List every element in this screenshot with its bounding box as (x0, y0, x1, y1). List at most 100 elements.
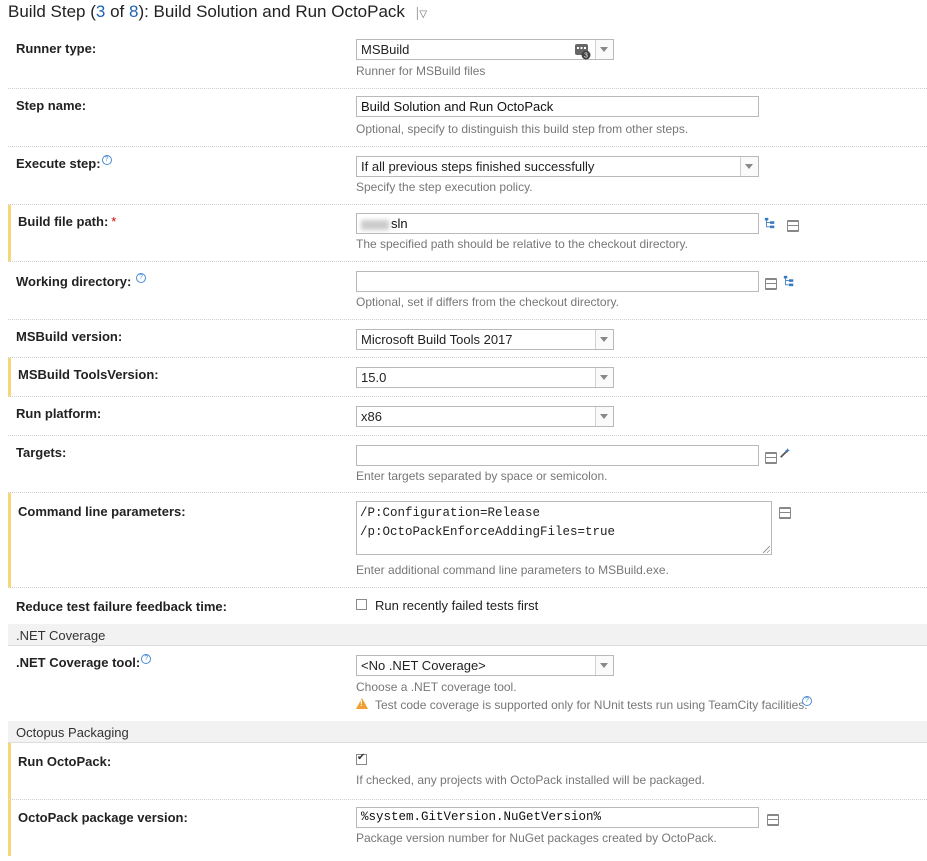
svg-text:3: 3 (584, 53, 588, 60)
row-targets: Targets: Enter targets separated by spac… (8, 436, 927, 493)
runner-icon: 3 (575, 44, 591, 60)
net-coverage-tool-select[interactable]: <No .NET Coverage> (356, 655, 614, 676)
msbuild-version-select[interactable]: Microsoft Build Tools 2017 (356, 329, 614, 350)
parameter-list-icon[interactable] (779, 507, 791, 519)
step-current: 3 (95, 2, 106, 21)
reduce-test-label: Reduce test failure feedback time: (16, 599, 227, 614)
chevron-down-icon[interactable] (595, 656, 613, 675)
command-line-line-2: /p:OctoPackEnforceAddingFiles=true (360, 525, 616, 539)
execute-step-label: Execute step:? (16, 155, 112, 171)
targets-note: Enter targets separated by space or semi… (356, 469, 608, 483)
targets-input[interactable] (356, 445, 759, 466)
magic-wand-icon[interactable] (779, 447, 791, 459)
working-directory-label-text: Working directory: (16, 274, 132, 289)
title-of: of (105, 2, 129, 21)
runner-type-note: Runner for MSBuild files (356, 64, 486, 78)
chevron-down-icon[interactable] (595, 330, 613, 349)
msbuild-toolsversion-label: MSBuild ToolsVersion: (18, 367, 159, 382)
run-platform-value: x86 (361, 409, 382, 424)
run-octopack-note: If checked, any projects with OctoPack i… (356, 773, 705, 787)
required-marker: * (111, 214, 117, 229)
row-net-coverage-tool: .NET Coverage tool:? <No .NET Coverage> … (8, 646, 927, 720)
row-run-octopack: Run OctoPack: If checked, any projects w… (8, 743, 927, 800)
build-file-path-note: The specified path should be relative to… (356, 237, 688, 251)
help-circle-icon[interactable]: ? (802, 696, 812, 706)
build-file-path-label-text: Build file path: (18, 214, 109, 229)
parameter-list-icon[interactable] (767, 814, 779, 826)
run-octopack-checkbox[interactable] (356, 752, 367, 765)
row-step-name: Step name: Build Solution and Run OctoPa… (8, 89, 927, 147)
parameter-list-icon[interactable] (765, 452, 777, 464)
command-line-label: Command line parameters: (18, 504, 186, 519)
execute-step-select[interactable]: If all previous steps finished successfu… (356, 156, 759, 177)
net-coverage-tool-label-text: .NET Coverage tool: (16, 655, 141, 670)
row-msbuild-toolsversion: MSBuild ToolsVersion: 15.0 (8, 358, 927, 397)
chevron-down-icon[interactable]: ▽ (419, 9, 427, 20)
msbuild-version-label: MSBuild version: (16, 329, 123, 344)
tree-browse-icon[interactable] (764, 217, 776, 229)
help-circle-icon[interactable]: ? (141, 654, 152, 664)
step-name-input[interactable]: Build Solution and Run OctoPack (356, 96, 759, 117)
octopack-version-input[interactable]: %system.GitVersion.NuGetVersion% (356, 807, 759, 828)
run-platform-select[interactable]: x86 (356, 406, 614, 427)
resize-handle-icon[interactable] (763, 546, 770, 553)
chevron-down-icon[interactable] (595, 407, 613, 426)
execute-step-label-text: Execute step: (16, 156, 101, 171)
targets-label: Targets: (16, 445, 67, 460)
runner-type-value: MSBuild (361, 42, 410, 57)
parameter-list-icon[interactable] (787, 220, 799, 232)
chevron-down-icon[interactable] (595, 40, 613, 59)
row-runner-type: Runner type: MSBuild 3 Runner for MSBuil… (8, 32, 927, 89)
chevron-down-icon[interactable] (740, 157, 758, 176)
working-directory-note: Optional, set if differs from the checko… (356, 295, 620, 309)
run-failed-first-checkbox[interactable] (356, 599, 367, 610)
command-line-textarea[interactable]: /P:Configuration=Release/p:OctoPackEnfor… (356, 501, 772, 555)
row-working-directory: Working directory: ? Optional, set if di… (8, 262, 927, 320)
run-platform-label: Run platform: (16, 406, 102, 421)
build-file-path-label: Build file path: * (18, 214, 116, 229)
help-circle-icon[interactable]: ? (135, 273, 146, 283)
runner-type-select[interactable]: MSBuild 3 (356, 39, 614, 60)
net-coverage-tool-label: .NET Coverage tool:? (16, 654, 152, 670)
msbuild-toolsversion-value: 15.0 (361, 370, 387, 385)
octopack-version-label: OctoPack package version: (18, 810, 188, 825)
section-octopus-title: Octopus Packaging (16, 725, 129, 740)
row-reduce-test: Reduce test failure feedback time: Run r… (8, 588, 927, 623)
row-command-line: Command line parameters: /P:Configuratio… (8, 493, 927, 588)
section-octopus-packaging: Octopus Packaging (8, 721, 927, 743)
working-directory-label: Working directory: ? (16, 273, 146, 289)
step-name-label: Step name: (16, 98, 87, 113)
msbuild-version-value: Microsoft Build Tools 2017 (361, 332, 513, 347)
msbuild-toolsversion-select[interactable]: 15.0 (356, 367, 614, 388)
warning-triangle-icon (356, 698, 368, 709)
row-build-file-path: Build file path: * sln The specified path… (8, 205, 927, 262)
command-line-line-1: /P:Configuration=Release (360, 506, 541, 520)
runner-type-label: Runner type: (16, 41, 97, 56)
blurred-text (361, 219, 389, 230)
working-directory-input[interactable] (356, 271, 759, 292)
row-octopack-version: OctoPack package version: %system.GitVer… (8, 800, 927, 856)
tree-browse-icon[interactable] (783, 275, 795, 287)
command-line-note: Enter additional command line parameters… (356, 563, 669, 577)
row-msbuild-version: MSBuild version: Microsoft Build Tools 2… (8, 320, 927, 358)
net-coverage-note: Choose a .NET coverage tool. (356, 680, 517, 694)
step-name-note: Optional, specify to distinguish this bu… (356, 122, 689, 136)
execute-step-value: If all previous steps finished successfu… (361, 159, 595, 174)
net-coverage-tool-value: <No .NET Coverage> (361, 658, 486, 673)
page-title: Build Step (3 of 8): Build Solution and … (8, 2, 427, 24)
build-file-path-value: sln (391, 216, 408, 231)
execute-step-note: Specify the step execution policy. (356, 180, 533, 194)
row-execute-step: Execute step:? If all previous steps fin… (8, 147, 927, 205)
net-coverage-warning: Test code coverage is supported only for… (375, 698, 808, 712)
row-run-platform: Run platform: x86 (8, 397, 927, 436)
section-net-coverage-title: .NET Coverage (16, 628, 106, 643)
help-circle-icon[interactable]: ? (101, 155, 112, 165)
run-failed-first-label[interactable]: Run recently failed tests first (375, 598, 538, 613)
chevron-down-icon[interactable] (595, 368, 613, 387)
parameter-list-icon[interactable] (765, 278, 777, 290)
build-file-path-input[interactable]: sln (356, 213, 759, 234)
run-octopack-label: Run OctoPack: (18, 754, 112, 769)
title-suffix: ): Build Solution and Run OctoPack (138, 2, 405, 21)
section-net-coverage: .NET Coverage (8, 624, 927, 646)
title-prefix: Build Step ( (8, 2, 96, 21)
